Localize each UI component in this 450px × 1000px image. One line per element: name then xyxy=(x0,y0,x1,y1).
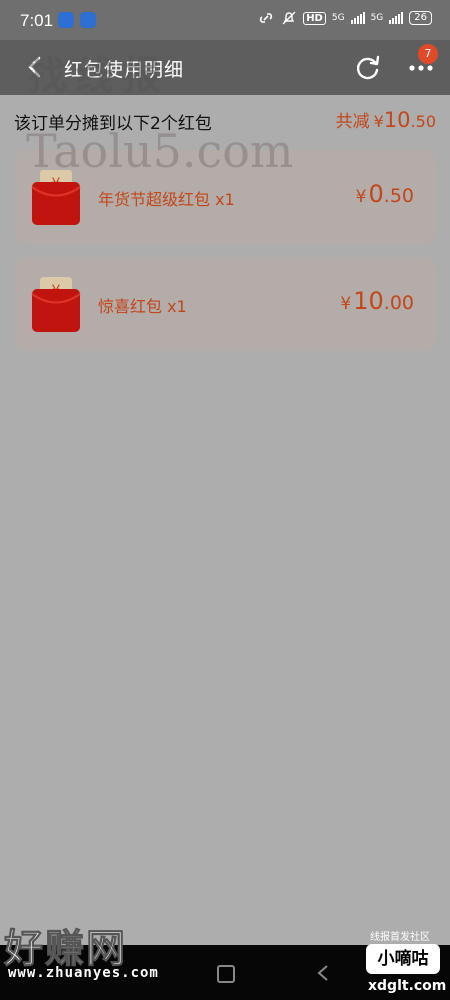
watermark-url: Taolu5.com xyxy=(26,124,294,178)
packet-amount: ¥0.50 xyxy=(356,180,414,208)
watermark-top: 找线报 xyxy=(28,53,170,99)
network-5g-label-1: 5G xyxy=(331,12,345,23)
mute-icon xyxy=(282,11,296,25)
packet-currency: ¥ xyxy=(355,187,367,207)
watermark-xdg-top: 线报首发社区 xyxy=(370,932,430,943)
red-packet-card[interactable]: ¥ 惊喜红包 x1 ¥10.00 xyxy=(14,257,436,351)
total-amount-int: 10 xyxy=(383,108,411,132)
packet-name: 年货节超级红包 x1 xyxy=(98,190,235,209)
packet-name: 惊喜红包 x1 xyxy=(98,297,187,316)
total-amount-dec: .50 xyxy=(410,112,436,131)
summary-total: 共减 ¥10.50 xyxy=(336,107,436,132)
watermark-bottom-url: www.zhuanyes.com xyxy=(8,965,159,981)
packet-amount-int: 10 xyxy=(353,287,384,315)
app-notification-icon xyxy=(58,12,74,28)
link-notification-icon xyxy=(80,12,96,28)
red-envelope-icon: ¥ xyxy=(31,170,81,225)
hd-icon: HD xyxy=(303,11,326,25)
home-icon[interactable] xyxy=(217,965,235,983)
status-time: 7:01 xyxy=(20,11,54,30)
status-icons: HD 5G 5G 26 xyxy=(257,11,432,25)
notification-badge: 7 xyxy=(418,44,438,64)
packet-amount: ¥10.00 xyxy=(340,287,414,315)
signal-icon xyxy=(350,12,365,24)
refresh-icon[interactable] xyxy=(354,54,381,81)
status-bar: 7:01 HD 5G 5G 26 xyxy=(0,0,450,40)
link-icon xyxy=(260,13,273,23)
nav-back-icon[interactable] xyxy=(316,964,330,982)
packet-amount-int: 0 xyxy=(368,180,384,208)
total-label: 共减 xyxy=(335,112,370,132)
packet-currency: ¥ xyxy=(340,294,352,314)
network-5g-label-2: 5G xyxy=(370,12,384,23)
red-envelope-icon: ¥ xyxy=(31,277,81,332)
packet-amount-dec: .00 xyxy=(383,292,414,314)
packet-amount-dec: .50 xyxy=(383,185,414,207)
total-currency: ¥ xyxy=(373,112,384,131)
watermark-xdg-brand: 小嘀咕 xyxy=(366,944,440,974)
signal-icon-2 xyxy=(389,12,404,24)
watermark-xdg-url: xdglt.com xyxy=(368,978,447,994)
battery-icon: 26 xyxy=(409,11,432,25)
